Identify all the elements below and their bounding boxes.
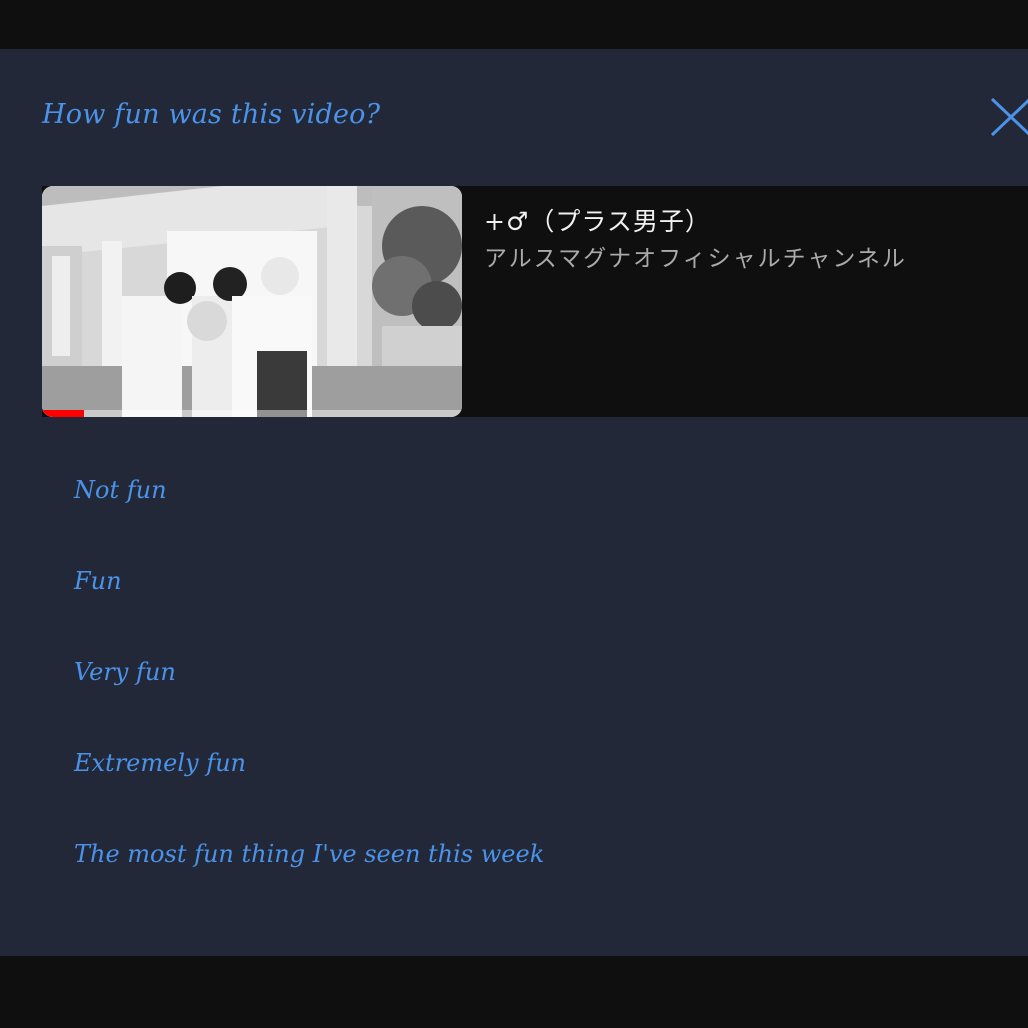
video-channel: アルスマグナオフィシャルチャンネル: [484, 246, 907, 272]
option-very-fun[interactable]: Very fun: [74, 642, 974, 702]
option-most-fun[interactable]: The most fun thing I've seen this week: [74, 824, 974, 884]
top-bar: [0, 0, 1028, 49]
dialog-title: How fun was this video?: [42, 99, 381, 130]
option-extremely-fun[interactable]: Extremely fun: [74, 733, 974, 793]
video-title: +♂（プラス男子）: [484, 207, 711, 236]
progress-fill: [42, 410, 84, 417]
close-button[interactable]: [986, 95, 1028, 139]
option-fun[interactable]: Fun: [74, 551, 974, 611]
rating-dialog: How fun was this video? +♂（プラス男子） アルスマグナ…: [0, 49, 1028, 956]
video-thumbnail[interactable]: [42, 186, 462, 417]
close-icon: [990, 97, 1028, 137]
video-card[interactable]: +♂（プラス男子） アルスマグナオフィシャルチャンネル: [42, 186, 1028, 417]
progress-bar: [42, 410, 462, 417]
option-not-fun[interactable]: Not fun: [74, 460, 974, 520]
bottom-bar: [0, 956, 1028, 1028]
